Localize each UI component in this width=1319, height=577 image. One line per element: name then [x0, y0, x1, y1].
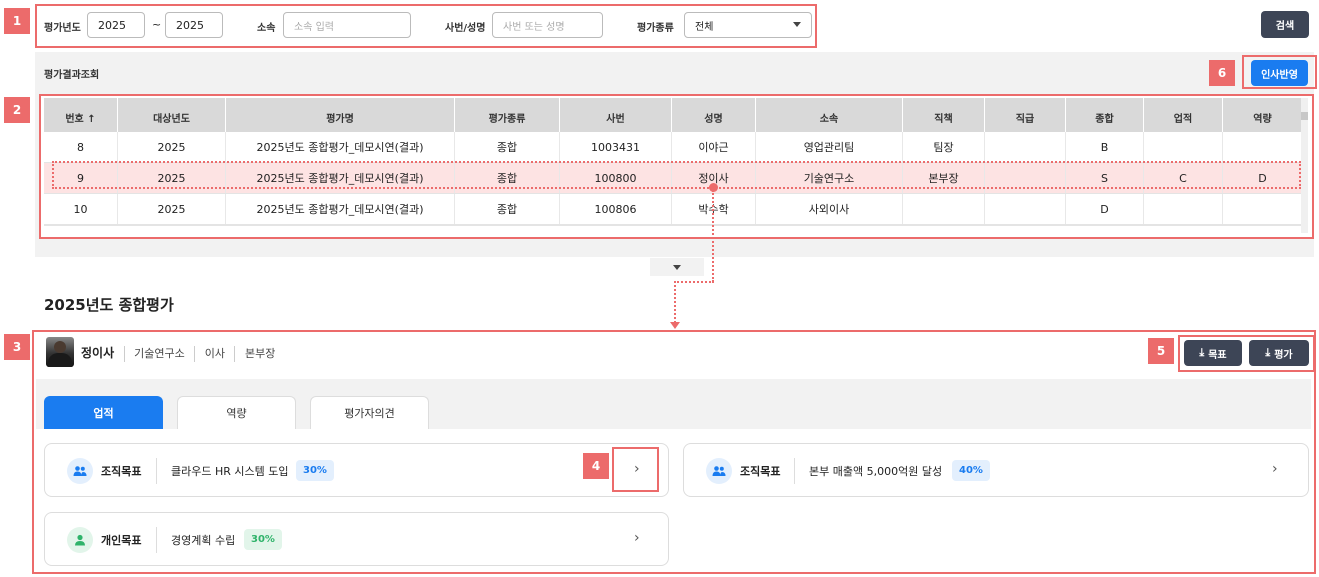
year-range-dash: ~	[152, 18, 162, 31]
connector-line	[674, 281, 676, 323]
caret-down-icon	[673, 264, 681, 270]
annotation-badge-1: 1	[4, 8, 30, 34]
annotation-badge-5: 5	[1148, 338, 1174, 364]
goal-kind: 조직목표	[740, 465, 781, 478]
year-label: 평가년도	[44, 23, 81, 34]
type-label: 평가종류	[637, 23, 674, 34]
section-title: 평가결과조회	[44, 70, 100, 81]
goal-weight-badge: 40%	[952, 460, 990, 481]
type-select[interactable]: 전체	[684, 12, 812, 38]
connector-line	[712, 190, 714, 282]
employee-dept: 기술연구소	[134, 347, 185, 360]
type-select-value: 전체	[695, 21, 714, 33]
annotation-badge-3: 3	[4, 334, 30, 360]
connector-line	[674, 281, 714, 283]
goal-weight-badge: 30%	[296, 460, 334, 481]
emp-input[interactable]: 사번 또는 성명	[492, 12, 603, 38]
connector-arrow	[670, 322, 680, 329]
download-icon: ⤓	[1199, 346, 1205, 359]
emp-label: 사번/성명	[445, 23, 486, 34]
goal-name: 클라우드 HR 시스템 도입	[171, 465, 289, 478]
download-eval-button[interactable]: ⤓ 평가	[1249, 340, 1309, 366]
search-button[interactable]: 검색	[1261, 11, 1309, 38]
year-to-input[interactable]: 2025	[165, 12, 223, 38]
download-icon: ⤓	[1265, 346, 1271, 359]
year-from-input[interactable]: 2025	[87, 12, 145, 38]
goal-kind: 개인목표	[101, 534, 142, 547]
dept-label: 소속	[257, 23, 276, 34]
group-icon	[706, 458, 732, 484]
chevron-right-icon[interactable]: ›	[1272, 461, 1278, 477]
download-goal-label: 목표	[1208, 349, 1227, 361]
employee-rank: 이사	[204, 347, 225, 360]
tab-performance[interactable]: 업적	[44, 396, 163, 429]
employee-position: 본부장	[244, 347, 276, 360]
apply-hr-button[interactable]: 인사반영	[1251, 60, 1308, 86]
download-goal-button[interactable]: ⤓ 목표	[1184, 340, 1242, 366]
goal-kind: 조직목표	[101, 465, 142, 478]
goal-name: 본부 매출액 5,000억원 달성	[809, 465, 943, 478]
annotation-box-chevron	[612, 447, 659, 492]
annotation-badge-6: 6	[1209, 60, 1235, 86]
download-eval-label: 평가	[1274, 349, 1293, 361]
goal-card[interactable]: 개인목표 경영계획 수립 30% ›	[44, 512, 669, 566]
goal-card[interactable]: 조직목표 본부 매출액 5,000억원 달성 40% ›	[683, 443, 1309, 497]
person-icon	[67, 527, 93, 553]
tab-competency[interactable]: 역량	[177, 396, 296, 429]
chevron-right-icon[interactable]: ›	[634, 530, 640, 546]
annotation-badge-4: 4	[583, 453, 609, 479]
chevron-down-icon	[793, 22, 801, 27]
employee-info: 정이사 기술연구소 이사 본부장	[81, 344, 275, 362]
splitter-handle[interactable]	[650, 258, 704, 276]
detail-title: 2025년도 종합평가	[44, 296, 174, 314]
group-icon	[67, 458, 93, 484]
dept-input[interactable]: 소속 입력	[283, 12, 411, 38]
annotation-badge-2: 2	[4, 97, 30, 123]
goal-weight-badge: 30%	[244, 529, 282, 550]
goal-card[interactable]: 조직목표 클라우드 HR 시스템 도입 30% ›	[44, 443, 669, 497]
avatar	[46, 337, 74, 367]
annotation-selected-row	[52, 161, 1301, 189]
employee-name: 정이사	[81, 346, 115, 360]
goal-name: 경영계획 수립	[171, 534, 236, 547]
tab-evaluator-opinion[interactable]: 평가자의견	[310, 396, 429, 429]
